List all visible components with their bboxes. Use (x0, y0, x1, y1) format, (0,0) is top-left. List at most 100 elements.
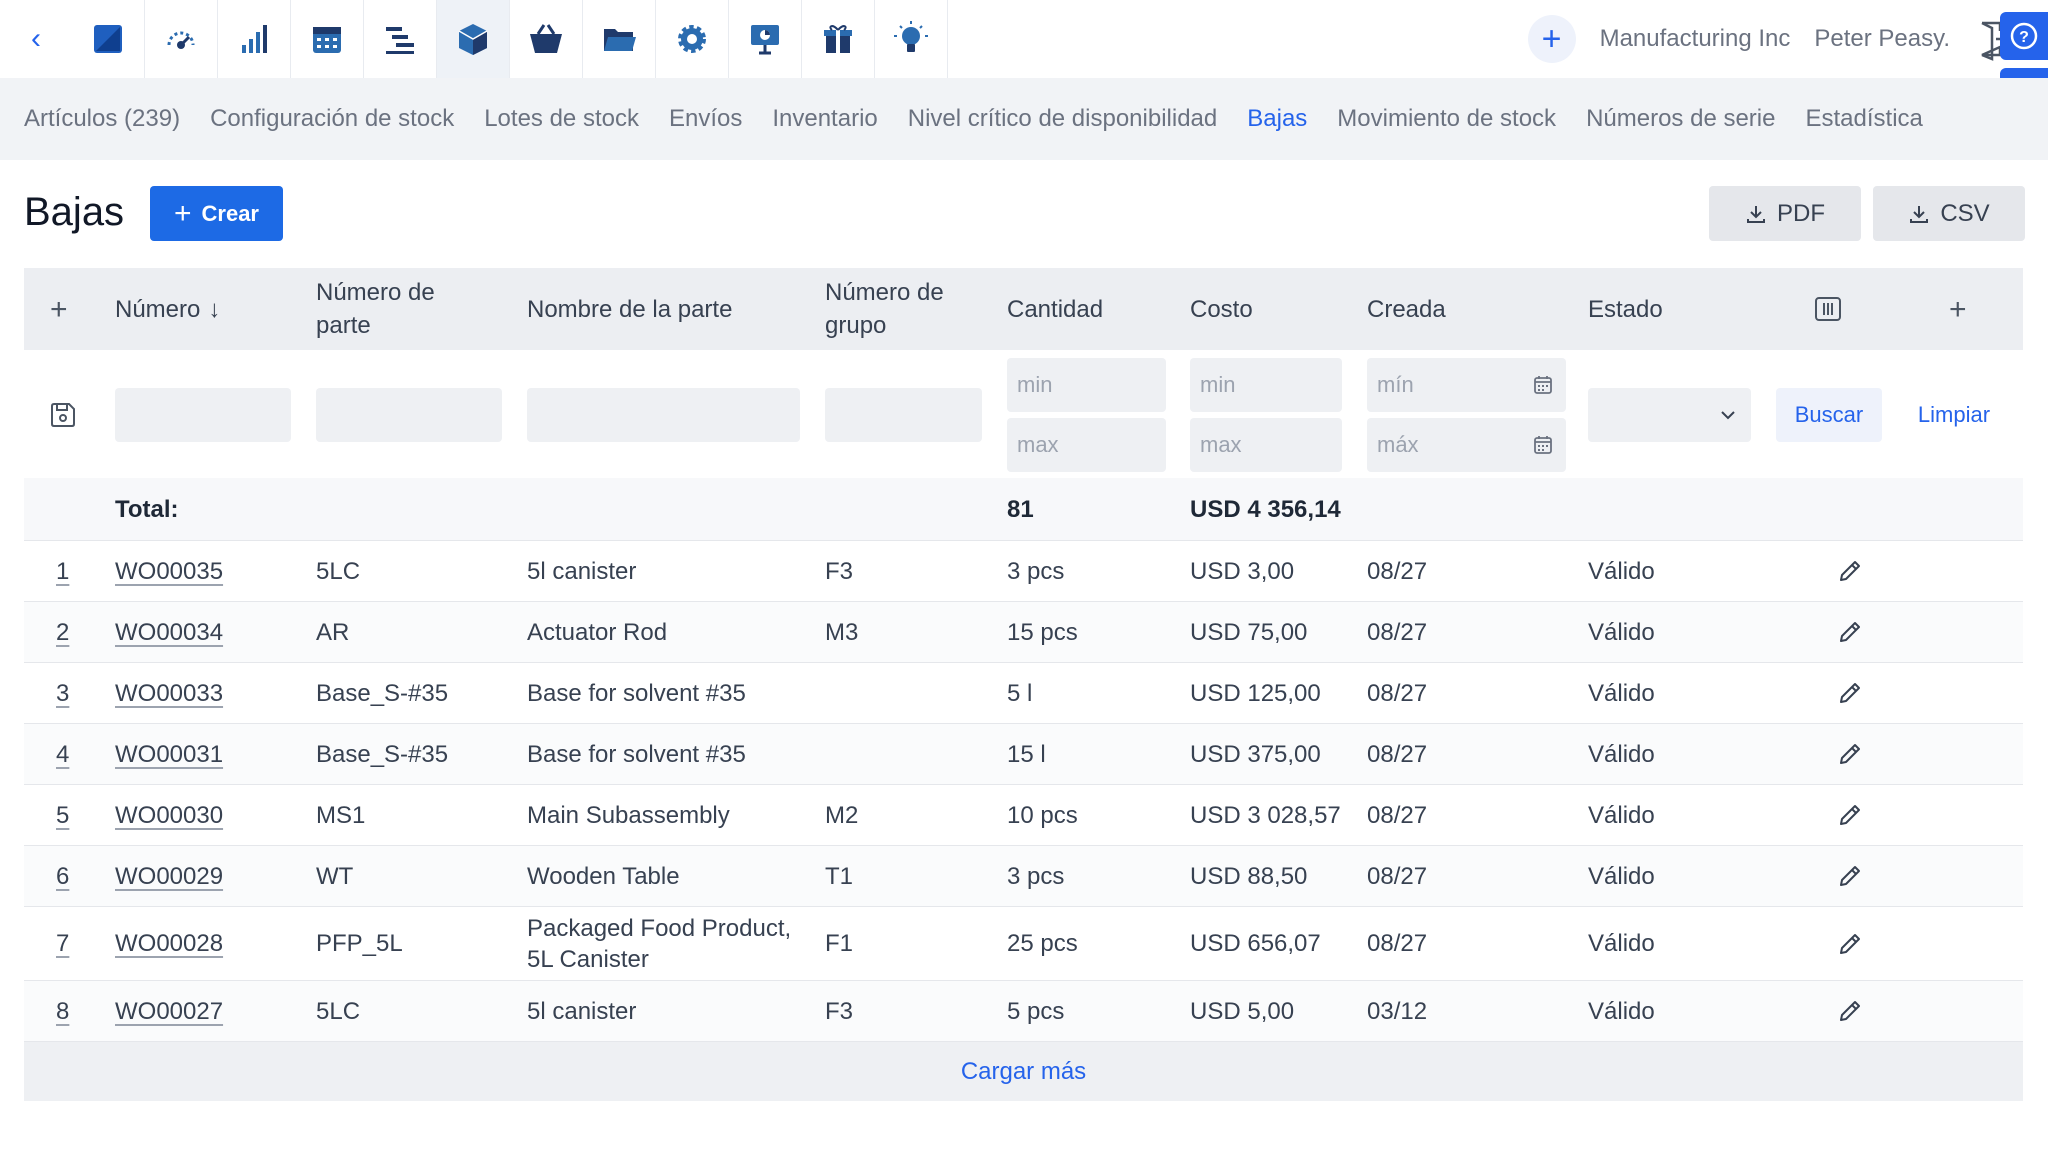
table-row[interactable]: 2 WO00034 AR Actuator Rod M3 15 pcs USD 75,00 0… (24, 601, 2023, 662)
cost-max-input[interactable]: max (1190, 418, 1342, 472)
module-gift-icon[interactable] (802, 0, 875, 78)
edit-pencil-icon[interactable] (1837, 785, 1863, 845)
module-gear-icon[interactable] (656, 0, 729, 78)
row-index[interactable]: 5 (56, 785, 69, 845)
edit-pencil-icon[interactable] (1837, 981, 1863, 1041)
table-row[interactable]: 5 WO00030 MS1 Main Subassembly M2 10 pcs USD 3… (24, 784, 2023, 845)
writeoff-number-link[interactable]: WO00034 (115, 602, 223, 662)
back-icon[interactable]: ‹ (0, 0, 72, 78)
quick-add-button[interactable]: + (1527, 15, 1576, 63)
sort-desc-icon: ↓ (208, 295, 221, 323)
row-index[interactable]: 6 (56, 846, 69, 906)
tab-movimiento-stock[interactable]: Movimiento de stock (1337, 105, 1556, 133)
module-presentation-icon[interactable] (729, 0, 802, 78)
writeoff-number-link[interactable]: WO00035 (115, 541, 223, 601)
row-index[interactable]: 1 (56, 541, 69, 601)
column-header-group-number[interactable]: Número de grupo (825, 268, 985, 350)
created-date-cell: 08/27 (1367, 862, 1428, 890)
tab-inventario[interactable]: Inventario (772, 105, 877, 133)
group-number-filter-input[interactable] (825, 388, 982, 442)
date-min-input[interactable]: mín (1367, 358, 1566, 412)
column-header-part-name[interactable]: Nombre de la parte (527, 268, 732, 350)
module-dashboard-icon[interactable] (72, 0, 145, 78)
top-right-group: + Manufacturing Inc Peter Peasy. (1527, 0, 2048, 78)
edit-pencil-icon[interactable] (1837, 907, 1863, 980)
row-index[interactable]: 4 (56, 724, 69, 784)
load-more-button[interactable]: Cargar más (24, 1041, 2023, 1101)
column-header-cost[interactable]: Costo (1190, 268, 1253, 350)
module-gantt-icon[interactable] (364, 0, 437, 78)
tab-estadistica[interactable]: Estadística (1805, 105, 1922, 133)
column-header-part-number[interactable]: Número de parte (316, 268, 476, 350)
created-date-cell: 08/27 (1367, 618, 1428, 646)
module-speedometer-icon[interactable] (145, 0, 218, 78)
table-row[interactable]: 7 WO00028 PFP_5L Packaged Food Product, 5L … (24, 906, 2023, 980)
table-row[interactable]: 4 WO00031 Base_S-#35 Base for solvent #35 15… (24, 723, 2023, 784)
add-column-icon[interactable]: + (1949, 268, 1967, 350)
save-filter-icon[interactable] (48, 400, 78, 430)
table-row[interactable]: 8 WO00027 5LC 5l canister F3 5 pcs USD 5,00 03/… (24, 980, 2023, 1041)
quantity-cell: 3 pcs (1007, 557, 1065, 585)
table-row[interactable]: 3 WO00033 Base_S-#35 Base for solvent #35 5 … (24, 662, 2023, 723)
writeoff-number-link[interactable]: WO00030 (115, 785, 223, 845)
table-row[interactable]: 6 WO00029 WT Wooden Table T1 3 pcs USD 88,50 08… (24, 845, 2023, 906)
column-header-quantity[interactable]: Cantidad (1007, 268, 1103, 350)
add-row-icon[interactable]: + (50, 268, 68, 350)
module-basket-icon[interactable] (510, 0, 583, 78)
quantity-max-input[interactable]: max (1007, 418, 1166, 472)
status-filter-select[interactable] (1588, 388, 1751, 442)
row-index[interactable]: 7 (56, 907, 69, 980)
date-max-placeholder: máx (1377, 432, 1419, 457)
calendar-icon[interactable] (1532, 434, 1554, 456)
columns-settings-icon[interactable] (1813, 268, 1843, 350)
edit-pencil-icon[interactable] (1837, 541, 1863, 601)
writeoff-number-link[interactable]: WO00033 (115, 663, 223, 723)
module-box-icon[interactable] (437, 0, 510, 78)
column-header-status[interactable]: Estado (1588, 268, 1663, 350)
clear-filters-button[interactable]: Limpiar (1896, 388, 2012, 442)
row-index[interactable]: 2 (56, 602, 69, 662)
tab-articulos[interactable]: Artículos (239) (24, 105, 180, 133)
writeoff-number-link[interactable]: WO00028 (115, 907, 223, 980)
tab-envios[interactable]: Envíos (669, 105, 742, 133)
quantity-cell: 5 pcs (1007, 997, 1065, 1025)
module-calendar-icon[interactable] (291, 0, 364, 78)
tab-lotes-stock[interactable]: Lotes de stock (484, 105, 639, 133)
tab-bajas[interactable]: Bajas (1247, 105, 1307, 133)
quantity-cell: 3 pcs (1007, 862, 1065, 890)
tab-configuracion-stock[interactable]: Configuración de stock (210, 105, 454, 133)
quantity-min-input[interactable]: min (1007, 358, 1166, 412)
writeoff-number-link[interactable]: WO00029 (115, 846, 223, 906)
writeoff-number-link[interactable]: WO00031 (115, 724, 223, 784)
edit-pencil-icon[interactable] (1837, 846, 1863, 906)
search-button[interactable]: Buscar (1776, 388, 1882, 442)
row-index[interactable]: 3 (56, 663, 69, 723)
edit-pencil-icon[interactable] (1837, 602, 1863, 662)
edit-pencil-icon[interactable] (1837, 663, 1863, 723)
date-max-input[interactable]: máx (1367, 418, 1566, 472)
column-header-number[interactable]: Número ↓ (115, 268, 220, 350)
tab-numeros-serie[interactable]: Números de serie (1586, 105, 1775, 133)
row-index[interactable]: 8 (56, 981, 69, 1041)
part-name-filter-input[interactable] (527, 388, 800, 442)
user-name[interactable]: Peter Peasy. (1814, 25, 1950, 53)
export-csv-button[interactable]: CSV (1873, 186, 2025, 241)
tab-nivel-critico[interactable]: Nivel crítico de disponibilidad (908, 105, 1218, 133)
create-button[interactable]: + Crear (150, 186, 283, 241)
writeoff-number-link[interactable]: WO00027 (115, 981, 223, 1041)
table-row[interactable]: 1 WO00035 5LC 5l canister F3 3 pcs USD 3,00 08/… (24, 540, 2023, 601)
group-number-cell: M2 (825, 801, 859, 829)
edit-pencil-icon[interactable] (1837, 724, 1863, 784)
company-name[interactable]: Manufacturing Inc (1600, 25, 1791, 53)
part-number-cell: MS1 (316, 801, 366, 829)
number-filter-input[interactable] (115, 388, 291, 442)
export-pdf-button[interactable]: PDF (1709, 186, 1861, 241)
cost-min-input[interactable]: min (1190, 358, 1342, 412)
part-number-filter-input[interactable] (316, 388, 502, 442)
calendar-icon[interactable] (1532, 374, 1554, 396)
module-folder-icon[interactable] (583, 0, 656, 78)
module-bar-chart-icon[interactable] (218, 0, 291, 78)
help-icon[interactable]: ? (2000, 12, 2048, 60)
column-header-created[interactable]: Creada (1367, 268, 1446, 350)
module-lightbulb-icon[interactable] (875, 0, 948, 78)
